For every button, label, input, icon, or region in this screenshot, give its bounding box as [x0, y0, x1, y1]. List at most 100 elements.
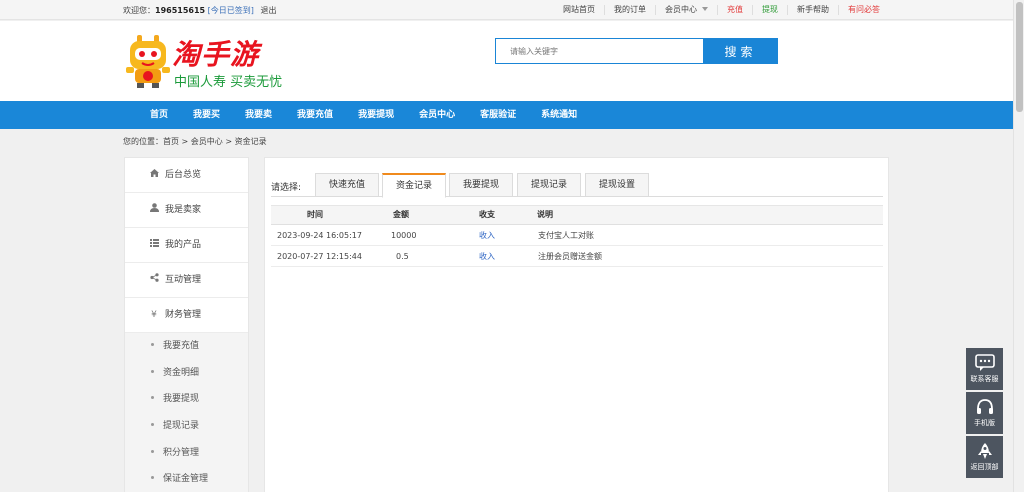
nav-member-center[interactable]: 会员中心: [409, 101, 465, 129]
main-content: 请选择: 快速充值 资金记录 我要提现 提现记录 提现设置 时间 金额 收支 说…: [264, 157, 889, 492]
sidebar-item-products[interactable]: 我的产品: [125, 228, 248, 263]
cell-note: 支付宝人工对账: [538, 231, 594, 240]
sidebar-item-label: 我的产品: [165, 240, 202, 250]
logout-link[interactable]: 退出: [260, 6, 276, 15]
yen-icon: ¥: [151, 310, 157, 320]
cell-amount: 10000: [391, 231, 417, 240]
user-icon: [149, 193, 159, 228]
tab-withdraw[interactable]: 我要提现: [449, 173, 513, 197]
submenu-item-points[interactable]: 积分管理: [125, 440, 248, 467]
search-input[interactable]: [495, 38, 704, 64]
rocket-icon: [977, 443, 992, 459]
submenu-item-label: 积分管理: [163, 447, 200, 458]
select-label: 请选择:: [271, 183, 302, 193]
nav-service-verify[interactable]: 客服验证: [470, 101, 526, 129]
cell-note: 注册会员赠送金额: [538, 252, 602, 261]
back-to-top-button[interactable]: 返回顶部: [966, 436, 1003, 478]
member-sidebar: 后台总览 我是卖家 我的产品 互动管理 ¥ 财务管理 我要充值 资金明细 我要提现…: [124, 157, 249, 492]
submenu-item-label: 我要充值: [163, 341, 200, 351]
share-icon: [149, 263, 159, 298]
nav-withdraw[interactable]: 我要提现: [348, 101, 404, 129]
back-to-top-label: 返回顶部: [970, 463, 999, 471]
bullet-icon: [151, 343, 154, 346]
mobile-version-label: 手机版: [974, 419, 995, 427]
help-link[interactable]: 新手帮助: [787, 5, 838, 15]
submenu-item-label: 资金明细: [163, 367, 200, 378]
nav-buy[interactable]: 我要买: [183, 101, 230, 129]
cell-time: 2020-07-27 12:15:44: [277, 252, 362, 261]
recharge-link[interactable]: 充值: [717, 5, 752, 15]
site-header: 淘手游 中国人寿 买卖无忧 搜索: [0, 21, 1013, 101]
withdraw-link[interactable]: 提现: [752, 5, 787, 15]
cell-amount: 0.5: [396, 252, 409, 261]
mascot-logo-icon: [126, 35, 170, 88]
submenu-item-label: 提现记录: [163, 421, 200, 432]
list-icon: [149, 228, 159, 263]
tab-fund-records[interactable]: 资金记录: [382, 173, 446, 198]
fund-records-table: 时间 金额 收支 说明 2023-09-24 16:05:17 10000 收入…: [271, 205, 883, 267]
column-header-amount: 金额: [393, 210, 409, 219]
sidebar-item-overview[interactable]: 后台总览: [125, 158, 248, 193]
sidebar-item-label: 后台总览: [165, 170, 202, 180]
welcome-area: 欢迎您：196515615 [今日已签到] 退出: [123, 5, 276, 16]
bullet-icon: [151, 396, 154, 400]
bullet-icon: [151, 423, 154, 427]
nav-sell[interactable]: 我要卖: [235, 101, 282, 129]
search-bar: 搜索: [495, 38, 778, 64]
tab-quick-recharge[interactable]: 快速充值: [315, 173, 379, 197]
scrollbar-thumb[interactable]: [1016, 2, 1023, 112]
submenu-item-withdraw-records[interactable]: 提现记录: [125, 413, 248, 440]
sidebar-item-finance[interactable]: ¥ 财务管理: [125, 298, 248, 333]
contact-service-label: 联系客服: [970, 375, 999, 383]
qa-link[interactable]: 有问必答: [838, 5, 889, 15]
nav-home[interactable]: 首页: [140, 101, 178, 129]
top-links: 网站首页 我的订单 会员中心 充值 提现 新手帮助 有问必答: [554, 0, 889, 20]
member-center-dropdown[interactable]: 会员中心: [655, 5, 717, 15]
table-row: 2023-09-24 16:05:17 10000 收入 支付宝人工对账: [271, 225, 883, 246]
page-scrollbar[interactable]: [1013, 0, 1024, 492]
column-header-type: 收支: [479, 210, 495, 219]
headset-icon: [976, 399, 993, 414]
submenu-item-fund-detail[interactable]: 资金明细: [125, 360, 248, 387]
column-header-time: 时间: [307, 210, 323, 219]
site-home-link[interactable]: 网站首页: [554, 5, 604, 15]
finance-submenu: 我要充值 资金明细 我要提现 提现记录 积分管理 保证金管理: [125, 333, 248, 492]
nav-recharge[interactable]: 我要充值: [287, 101, 343, 129]
signed-in-link[interactable]: [今日已签到]: [208, 6, 254, 15]
home-icon: [149, 158, 159, 193]
cell-type: 收入: [479, 252, 495, 261]
tab-withdraw-settings[interactable]: 提现设置: [585, 173, 649, 197]
sidebar-item-seller[interactable]: 我是卖家: [125, 193, 248, 228]
submenu-item-deposit[interactable]: 保证金管理: [125, 466, 248, 492]
submenu-item-recharge[interactable]: 我要充值: [125, 333, 248, 360]
submenu-item-label: 保证金管理: [163, 474, 209, 485]
main-nav: 首页 我要买 我要卖 我要充值 我要提现 会员中心 客服验证 系统通知: [0, 101, 1013, 129]
welcome-text: 欢迎您：: [123, 6, 155, 15]
cell-time: 2023-09-24 16:05:17: [277, 231, 362, 240]
submenu-item-withdraw[interactable]: 我要提现: [125, 386, 248, 413]
breadcrumb: 您的位置：首页 > 会员中心 > 资金记录: [123, 137, 267, 146]
table-row: 2020-07-27 12:15:44 0.5 收入 注册会员赠送金额: [271, 246, 883, 267]
my-orders-link[interactable]: 我的订单: [604, 5, 655, 15]
username: 196515615: [155, 6, 206, 15]
site-logo[interactable]: 淘手游 中国人寿 买卖无忧: [124, 31, 289, 91]
chevron-down-icon: [702, 7, 708, 11]
mobile-version-button[interactable]: 手机版: [966, 392, 1003, 434]
sidebar-item-label: 我是卖家: [165, 205, 202, 215]
brand-slogan: 中国人寿 买卖无忧: [174, 75, 283, 90]
search-button[interactable]: 搜索: [703, 38, 778, 64]
tab-withdraw-records[interactable]: 提现记录: [517, 173, 581, 197]
sidebar-item-interaction[interactable]: 互动管理: [125, 263, 248, 298]
cell-type: 收入: [479, 231, 495, 240]
brand-name: 淘手游: [172, 38, 260, 71]
sidebar-item-label: 财务管理: [165, 310, 202, 320]
column-header-note: 说明: [537, 210, 553, 219]
table-header: 时间 金额 收支 说明: [271, 205, 883, 225]
bullet-icon: [151, 476, 154, 480]
top-bar: 欢迎您：196515615 [今日已签到] 退出 网站首页 我的订单 会员中心 …: [0, 0, 1013, 20]
bullet-icon: [151, 369, 154, 373]
tab-bar: 请选择: 快速充值 资金记录 我要提现 提现记录 提现设置: [271, 172, 883, 198]
contact-service-button[interactable]: 联系客服: [966, 348, 1003, 390]
member-center-label: 会员中心: [665, 5, 697, 14]
nav-system-notice[interactable]: 系统通知: [531, 101, 587, 129]
